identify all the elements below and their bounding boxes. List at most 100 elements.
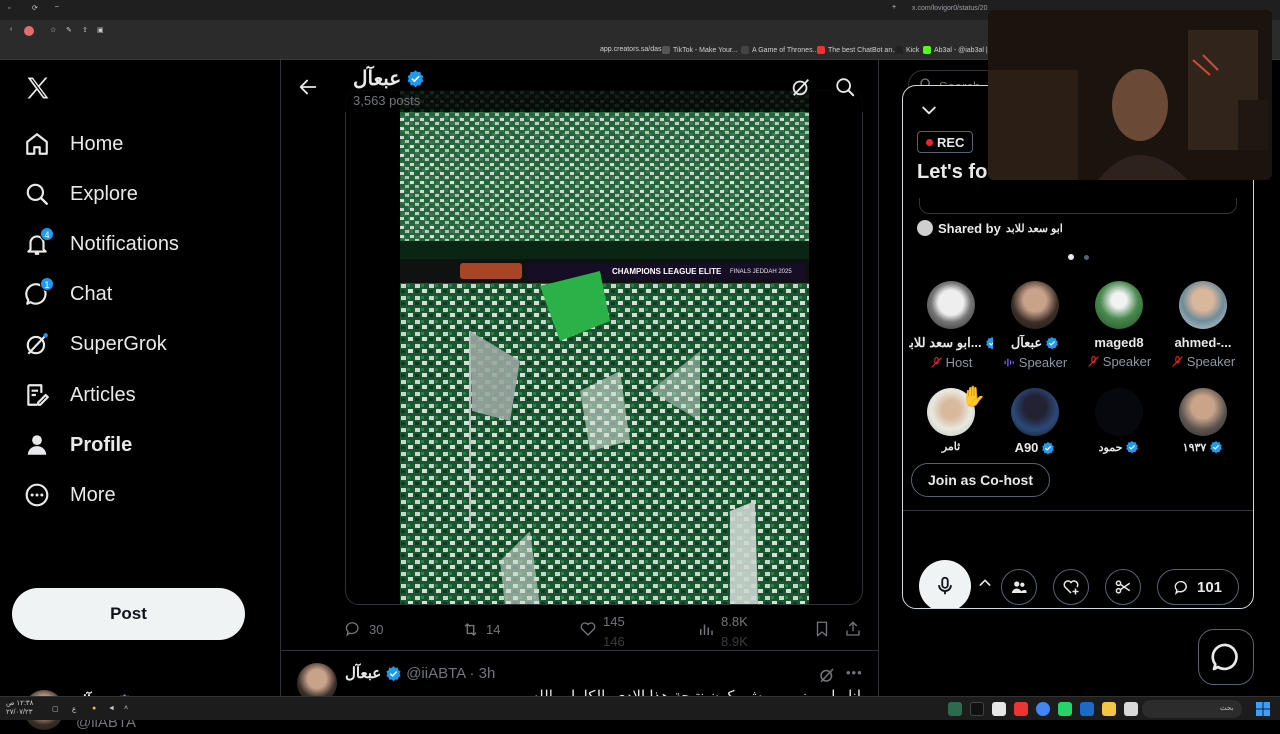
stadium-image[interactable]: CHAMPIONS LEAGUE ELITE FINALS JEDDAH 202… [400, 91, 809, 604]
page-dot-active[interactable] [1068, 254, 1074, 260]
avatar [1011, 281, 1059, 329]
views-count-next: 8.9K [721, 634, 748, 649]
search-header-icon[interactable] [834, 76, 856, 103]
bookmark-ab3al[interactable]: Ab3al - @iab3al |... [923, 46, 994, 54]
people-button[interactable] [1001, 569, 1037, 605]
extension-icon[interactable]: ✎ [66, 26, 72, 34]
views-button[interactable]: 8.8K 8.9K [697, 614, 748, 649]
bookmark-got[interactable]: A Game of Thrones... [741, 46, 818, 54]
mic-icon [938, 576, 952, 595]
tweet-author[interactable]: عبعآل [345, 664, 381, 682]
mic-muted-icon [1088, 356, 1099, 367]
mic-tray-icon[interactable]: ● [92, 705, 96, 712]
speaker-3[interactable]: ahmed-... Speaker [1161, 281, 1245, 369]
back-arrow-icon[interactable] [297, 76, 319, 103]
verified-icon [386, 665, 401, 681]
screenshot-icon[interactable]: ▣ [97, 26, 104, 34]
join-cohost-button[interactable]: Join as Co-host [911, 463, 1051, 497]
app-red-taskbar-icon[interactable] [1014, 702, 1028, 716]
nav-explore[interactable]: Explore [22, 174, 138, 214]
rec-dot-icon [926, 138, 933, 146]
speaker-1[interactable]: عبعآل Speaker [993, 281, 1077, 370]
bookmark-kick[interactable]: Kick [895, 46, 919, 54]
nav-supergrok[interactable]: SuperGrok [22, 324, 167, 364]
grok-tweet-icon[interactable] [818, 666, 836, 689]
reply-button[interactable]: 30 [345, 620, 383, 638]
collapse-chevron-icon[interactable] [919, 100, 939, 125]
views-count: 8.8K [721, 613, 748, 629]
webcam-overlay [988, 10, 1272, 180]
bookmark-chatbot[interactable]: The best ChatBot an... [817, 46, 898, 54]
windows-start-icon[interactable] [1256, 702, 1270, 716]
comments-button[interactable]: 101 [1157, 569, 1239, 605]
scissors-icon [1115, 580, 1131, 594]
react-button[interactable] [1053, 569, 1089, 605]
chevron-up-icon[interactable] [977, 575, 993, 596]
share-button[interactable] [844, 620, 862, 638]
bookmark-tiktok[interactable]: TikTok - Make Your... [662, 46, 738, 54]
raised-hand-icon: ✋ [961, 386, 986, 408]
store-taskbar-icon[interactable] [1124, 702, 1138, 716]
tiktok-taskbar-icon[interactable] [970, 702, 984, 716]
shared-by[interactable]: Shared by ابو سعد للابد [917, 220, 1063, 236]
grok-header-icon[interactable] [790, 76, 812, 103]
nav-profile[interactable]: Profile [22, 425, 132, 465]
bookmark-button[interactable] [813, 620, 831, 638]
restore-icon[interactable]: ▫ [8, 5, 10, 12]
nav-more[interactable]: More [22, 475, 116, 515]
post-button[interactable]: Post [12, 588, 245, 640]
repost-icon [464, 623, 477, 636]
views-icon [700, 624, 713, 635]
minimize-icon[interactable]: – [55, 3, 59, 10]
volume-icon[interactable]: ◄ [108, 705, 115, 712]
clip-button[interactable] [1105, 569, 1141, 605]
mic-button[interactable] [919, 560, 971, 608]
browser-url[interactable]: x.com/lovigor0/status/20 [912, 5, 987, 12]
chat-fab[interactable] [1198, 629, 1254, 685]
tweet-item[interactable]: عبعآل @iiABTA · 3h ••• انا ما يهمني ... … [281, 650, 878, 696]
profile-header: عبعآل 3,563 posts [281, 60, 878, 112]
nav-articles[interactable]: Articles [22, 375, 136, 415]
listener-1[interactable]: A90 [993, 388, 1077, 455]
profile-icon[interactable] [24, 26, 34, 36]
menu-icon[interactable]: ⟳ [32, 4, 38, 12]
github-taskbar-icon[interactable] [992, 702, 1006, 716]
app-blue-taskbar-icon[interactable] [1080, 702, 1094, 716]
nav-home[interactable]: Home [22, 124, 123, 164]
nav-chat[interactable]: 1 Chat [22, 274, 112, 314]
listener-2[interactable]: حمود [1077, 388, 1161, 454]
speaker-2[interactable]: maged8 Speaker [1077, 281, 1161, 369]
whatsapp-taskbar-icon[interactable] [1058, 702, 1072, 716]
tray-chevron-icon[interactable]: ˄ [124, 705, 128, 712]
verified-icon [1042, 441, 1055, 454]
back-browser-icon[interactable]: ‹ [10, 26, 12, 33]
bookmark-creators[interactable]: app.creators.sa/das... [600, 46, 667, 53]
tweet-more-icon[interactable]: ••• [846, 665, 863, 680]
ab3al-icon [923, 46, 931, 54]
bookmark-icon [816, 621, 828, 637]
speaking-icon [1004, 358, 1014, 367]
listener-0[interactable]: ✋ ثامر [909, 386, 993, 453]
notification-center-icon[interactable]: ▢ [52, 705, 59, 713]
speaker-host[interactable]: ابو سعد للابد... Host [909, 281, 993, 370]
repost-button[interactable]: 14 [461, 620, 500, 639]
clock[interactable]: ١٢:٣٨ ص ٢٧/٠٧/٢٣ [6, 699, 33, 717]
files-taskbar-icon[interactable] [1102, 702, 1116, 716]
page-dot[interactable] [1084, 255, 1089, 260]
listener-3[interactable]: ١٩٣٧ [1161, 388, 1245, 454]
space-topic-box [919, 198, 1237, 214]
like-button[interactable]: 145 146 [579, 614, 625, 649]
tweet-media[interactable]: CHAMPIONS LEAGUE ELITE FINALS JEDDAH 202… [345, 90, 863, 605]
taskbar-app-icon[interactable] [948, 702, 962, 716]
heart-icon [580, 622, 596, 636]
star-icon[interactable]: ☆ [50, 26, 56, 34]
share-icon[interactable]: ⇪ [82, 26, 88, 34]
avatar[interactable] [297, 663, 337, 696]
x-logo-icon[interactable] [24, 74, 52, 102]
avatar [1095, 388, 1143, 436]
nav-notifications[interactable]: 4 Notifications [22, 224, 179, 264]
keyboard-lang[interactable]: ع [72, 705, 76, 713]
taskbar-search[interactable]: بحث [1142, 700, 1242, 718]
new-tab-icon[interactable]: + [892, 4, 896, 11]
chrome-taskbar-icon[interactable] [1036, 702, 1050, 716]
